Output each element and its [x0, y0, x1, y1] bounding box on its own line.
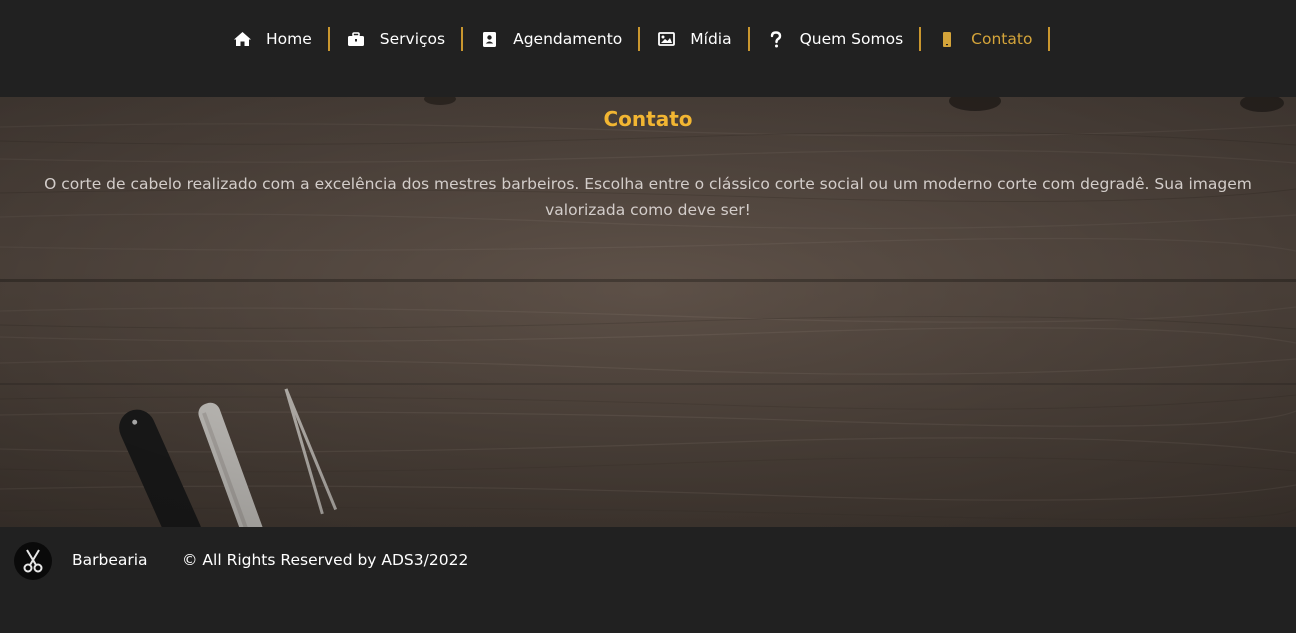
hero-description: O corte de cabelo realizado com a excelê… [44, 175, 1252, 219]
mobile-phone-icon [937, 29, 957, 49]
page-title: Contato [603, 107, 693, 131]
nav-label-contato: Contato [971, 30, 1033, 48]
wood-background-image [0, 97, 1296, 527]
nav-separator [638, 27, 641, 51]
question-icon [766, 29, 786, 49]
nav-separator [461, 27, 464, 51]
nav-separator [747, 27, 750, 51]
nav-label-home: Home [266, 30, 312, 48]
nav-label-midia: Mídia [690, 30, 732, 48]
contact-book-icon [479, 29, 499, 49]
nav-item-servicos[interactable]: Serviços [346, 27, 445, 51]
nav-separator [919, 27, 922, 51]
nav-item-agendamento[interactable]: Agendamento [479, 27, 622, 51]
nav-item-midia[interactable]: Mídia [656, 27, 732, 51]
nav-label-quem-somos: Quem Somos [799, 30, 904, 48]
image-icon [656, 29, 676, 49]
briefcase-icon [346, 29, 366, 49]
nav-label-agendamento: Agendamento [513, 30, 623, 48]
nav-menu: Home Serviços Agendamento Mídia Quem Som… [232, 27, 1066, 51]
nav-item-quem-somos[interactable]: Quem Somos [766, 27, 904, 51]
home-icon [232, 29, 252, 49]
nav-item-home[interactable]: Home [232, 27, 312, 51]
contact-hero: Contato O corte de cabelo realizado com … [0, 97, 1296, 527]
footer-brand: Barbearia [72, 551, 148, 569]
nav-separator [327, 27, 330, 51]
nav-label-servicos: Serviços [379, 30, 446, 48]
nav-separator [1048, 27, 1051, 51]
top-navigation: Home Serviços Agendamento Mídia Quem Som… [0, 0, 1296, 97]
scissors-icon [14, 542, 52, 580]
footer-copyright: © All Rights Reserved by ADS3/2022 [182, 551, 469, 569]
footer: Barbearia © All Rights Reserved by ADS3/… [0, 527, 1296, 633]
nav-item-contato[interactable]: Contato [937, 27, 1032, 51]
